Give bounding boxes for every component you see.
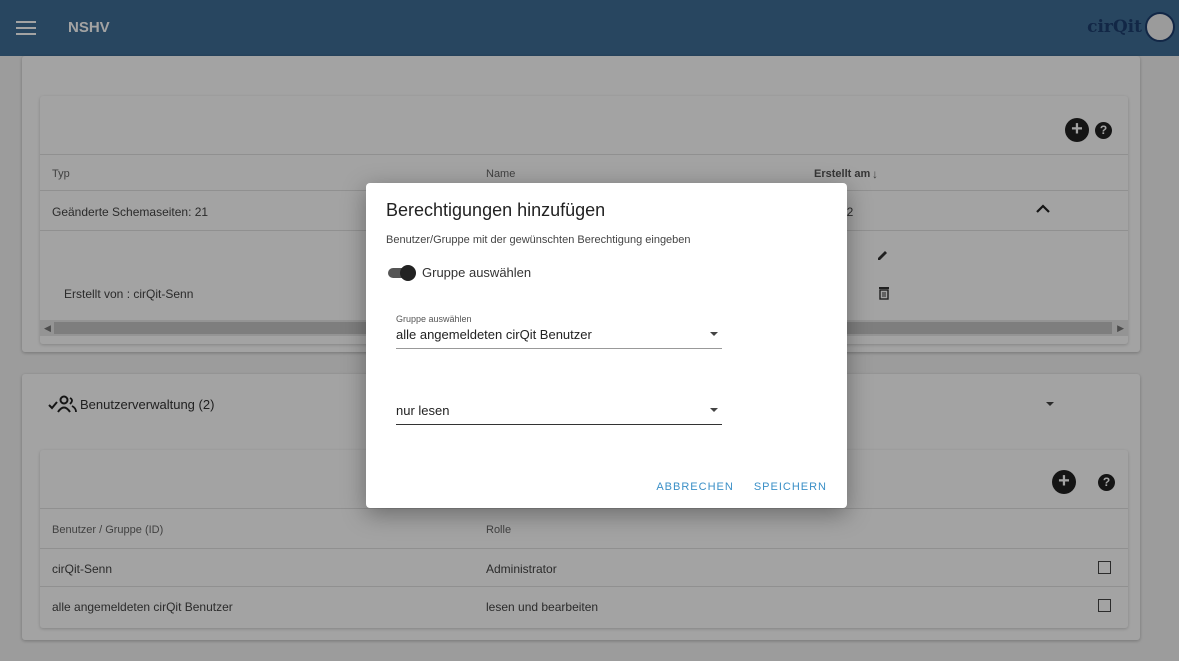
group-select-label: Gruppe auswählen <box>396 314 472 324</box>
toggle-knob <box>400 265 416 281</box>
toggle-label: Gruppe auswählen <box>422 265 532 280</box>
group-select[interactable]: Gruppe auswählen alle angemeldeten cirQi… <box>396 311 722 349</box>
dropdown-caret-icon <box>710 332 718 336</box>
role-select[interactable]: nur lesen <box>396 397 722 425</box>
dialog-actions: ABBRECHEN SPEICHERN <box>656 481 827 493</box>
role-select-value: nur lesen <box>396 403 450 418</box>
dropdown-caret-icon <box>710 408 718 412</box>
group-select-toggle[interactable] <box>386 265 416 281</box>
dialog-subtitle: Benutzer/Gruppe mit der gewünschten Bere… <box>386 234 691 246</box>
add-permissions-dialog: Berechtigungen hinzufügen Benutzer/Grupp… <box>366 183 847 508</box>
dialog-title: Berechtigungen hinzufügen <box>386 200 606 220</box>
save-button[interactable]: SPEICHERN <box>754 481 827 493</box>
group-select-value: alle angemeldeten cirQit Benutzer <box>396 327 592 342</box>
cancel-button[interactable]: ABBRECHEN <box>656 481 733 493</box>
